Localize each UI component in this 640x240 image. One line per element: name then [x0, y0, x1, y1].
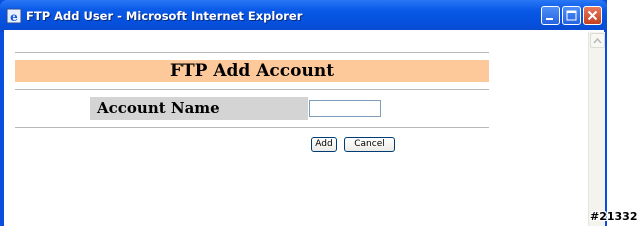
- form-heading: FTP Add Account: [169, 61, 335, 81]
- close-button[interactable]: [583, 6, 602, 25]
- scroll-up-button[interactable]: [590, 33, 605, 48]
- add-button[interactable]: Add: [311, 137, 337, 152]
- vertical-scrollbar[interactable]: [588, 32, 605, 226]
- title-bar[interactable]: e FTP Add User - Microsoft Internet Expl…: [0, 0, 607, 32]
- svg-text:e: e: [10, 10, 18, 24]
- cancel-button[interactable]: Cancel: [344, 137, 395, 152]
- chevron-up-icon: [593, 37, 602, 44]
- close-icon: [587, 10, 598, 21]
- account-name-input[interactable]: [309, 100, 381, 117]
- form-heading-bar: FTP Add Account: [15, 60, 489, 82]
- ie-icon: e: [6, 8, 22, 24]
- maximize-icon: [566, 10, 577, 21]
- minimize-icon: [546, 18, 553, 20]
- maximize-button[interactable]: [562, 6, 581, 25]
- id-label: #21332: [590, 210, 638, 223]
- divider-bottom: [15, 127, 489, 128]
- divider-top: [15, 52, 489, 53]
- account-name-label-cell: Account Name: [90, 97, 308, 120]
- account-name-label: Account Name: [97, 99, 220, 117]
- window-title: FTP Add User - Microsoft Internet Explor…: [26, 9, 303, 23]
- minimize-button[interactable]: [541, 6, 560, 25]
- divider-middle: [15, 89, 489, 90]
